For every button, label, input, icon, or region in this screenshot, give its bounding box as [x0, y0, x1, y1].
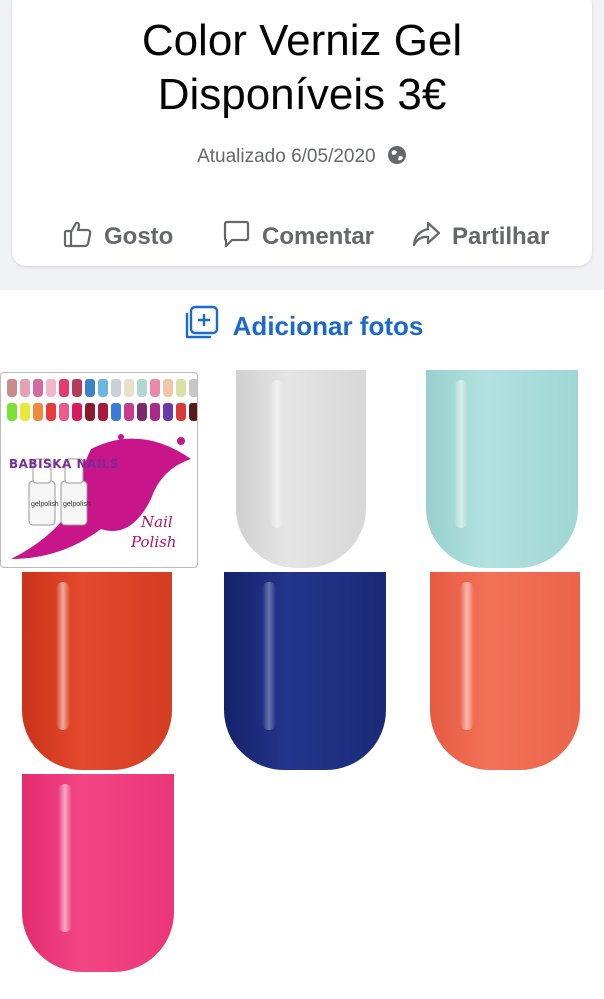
- share-button[interactable]: Partilhar: [410, 214, 549, 260]
- swatch-row-top: [7, 379, 197, 397]
- post-title-line1: Color Verniz Gel: [141, 16, 463, 65]
- swatch-row-bottom: [7, 403, 197, 421]
- bottle-label-left: gelpolish: [31, 501, 59, 508]
- photo-color-mint[interactable]: [410, 370, 604, 568]
- polish-swatch-navy: [224, 572, 386, 770]
- globe-icon: [387, 145, 407, 173]
- bottle-label-right: gelpolish: [63, 501, 91, 508]
- share-label: Partilhar: [452, 223, 550, 250]
- photo-logo-collage[interactable]: BABISKA NAILS gelpolish gelpolish Nail P…: [0, 372, 198, 568]
- comment-button[interactable]: Comentar: [220, 214, 374, 260]
- post-actions: Gosto Comentar Partilhar: [0, 214, 604, 260]
- polish-swatch-mint: [426, 370, 578, 568]
- like-label: Gosto: [104, 223, 174, 250]
- comment-icon: [220, 218, 262, 257]
- polish-swatch-pink: [22, 774, 174, 972]
- thumbs-up-icon: [62, 218, 104, 257]
- polish-swatch-white: [236, 370, 366, 568]
- share-icon: [410, 218, 452, 257]
- photo-color-navy[interactable]: [210, 572, 396, 770]
- logo-script-line1: Nail: [141, 513, 173, 531]
- add-photos-button[interactable]: Adicionar fotos: [0, 304, 604, 348]
- comment-label: Comentar: [262, 223, 375, 250]
- post-title: Color Verniz Gel Disponíveis 3€: [0, 14, 604, 122]
- post-title-line2: Disponíveis 3€: [157, 70, 447, 119]
- photo-color-pink[interactable]: [0, 774, 198, 972]
- polish-swatch-coral: [430, 572, 580, 770]
- like-button[interactable]: Gosto: [62, 214, 173, 260]
- add-photo-icon: [181, 303, 233, 350]
- polish-swatch-red-orange: [22, 572, 172, 770]
- photo-color-white[interactable]: [210, 370, 396, 568]
- logo-brand-text: BABISKA NAILS: [9, 457, 120, 471]
- post-meta: Atualizado 6/05/2020: [0, 144, 604, 170]
- add-photos-label: Adicionar fotos: [232, 310, 424, 341]
- logo-script-line2: Polish: [131, 533, 177, 551]
- updated-timestamp: Atualizado 6/05/2020: [197, 146, 376, 167]
- photo-color-red-orange[interactable]: [0, 572, 198, 770]
- photo-color-coral[interactable]: [410, 572, 604, 770]
